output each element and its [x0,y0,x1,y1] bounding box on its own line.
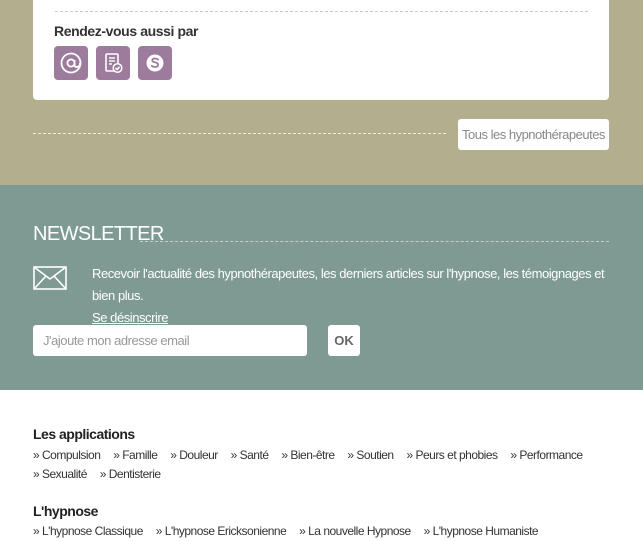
app-link[interactable]: » Peurs et phobies [406,446,498,465]
hypnose-title: L'hypnose [33,503,98,519]
at-icon[interactable] [54,46,88,80]
hypnose-links: » L'hypnose Classique » L'hypnose Ericks… [33,522,609,541]
applications-links: » Compulsion » Famille » Douleur » Santé… [33,446,609,484]
contact-card: Rendez-vous aussi par [33,0,609,100]
section-divider [33,133,446,134]
hypnose-link[interactable]: » La nouvelle Hypnose [299,522,411,541]
card-divider [55,11,588,12]
newsletter-divider [140,241,609,242]
app-link[interactable]: » Famille [113,446,158,465]
contact-icons [54,46,172,80]
form-icon[interactable] [96,46,130,80]
newsletter-description: Recevoir l'actualité des hypnothérapeute… [92,263,612,329]
practitioner-section: Rendez-vous aussi par Tous les hypnothér… [0,0,643,185]
contact-title: Rendez-vous aussi par [54,23,199,39]
hypnose-link[interactable]: » L'hypnose Humaniste [424,522,539,541]
app-link[interactable]: » Douleur [170,446,218,465]
hypnose-link[interactable]: » L'hypnose Classique [33,522,143,541]
app-link[interactable]: » Santé [231,446,269,465]
envelope-icon [33,266,67,295]
app-link[interactable]: » Dentisterie [100,465,161,484]
unsubscribe-link[interactable]: Se désinscrire [92,310,169,325]
app-link[interactable]: » Compulsion [33,446,101,465]
app-link[interactable]: » Sexualité [33,465,87,484]
app-link[interactable]: » Performance [510,446,583,465]
skype-icon[interactable] [138,46,172,80]
newsletter-title: NEWSLETTER [33,223,164,245]
hypnose-link[interactable]: » L'hypnose Ericksonienne [156,522,287,541]
app-link[interactable]: » Bien-être [281,446,335,465]
newsletter-text: Recevoir l'actualité des hypnothérapeute… [92,266,605,303]
all-hypnotherapists-button[interactable]: Tous les hypnothérapeutes [458,119,609,150]
applications-title: Les applications [33,426,135,442]
app-link[interactable]: » Soutien [347,446,394,465]
newsletter-section: NEWSLETTER Recevoir l'actualité des hypn… [0,185,643,390]
newsletter-submit-button[interactable]: OK [328,325,360,356]
email-input[interactable] [33,325,307,356]
